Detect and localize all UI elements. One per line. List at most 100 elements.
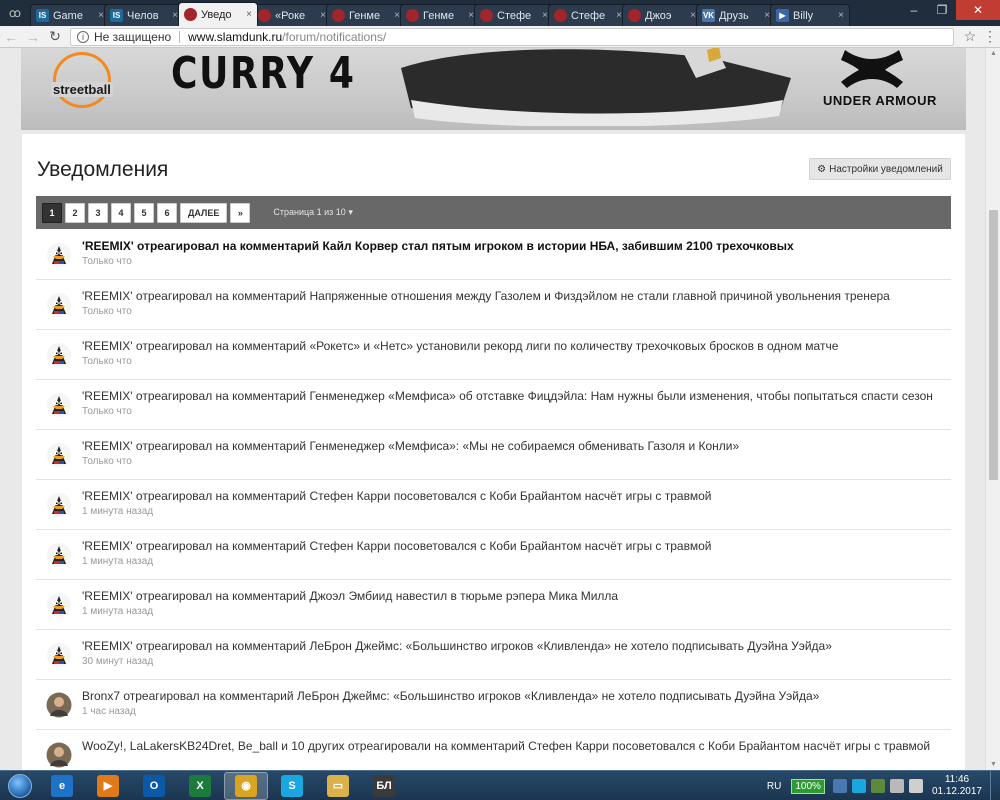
avatar-duck-icon[interactable] xyxy=(46,492,72,518)
address-bar[interactable]: i Не защищено www.slamdunk.ru /forum/not… xyxy=(70,27,954,46)
notification-item[interactable]: WooZy!, LaLakersKB24Dret, Be_ball и 10 д… xyxy=(36,730,951,770)
taskbar-media-player-button[interactable]: ▶ xyxy=(86,772,130,800)
notification-text[interactable]: WooZy!, LaLakersKB24Dret, Be_ball и 10 д… xyxy=(82,738,941,754)
notification-item[interactable]: 'REEMIX' отреагировал на комментарий Сте… xyxy=(36,530,951,580)
start-button[interactable] xyxy=(0,771,40,800)
avatar-duck-icon[interactable] xyxy=(46,292,72,318)
taskbar-internet-explorer-button[interactable]: e xyxy=(40,772,84,800)
tab-title: Стефе xyxy=(571,9,606,22)
scroll-down-arrow-icon[interactable]: ▼ xyxy=(986,761,1000,768)
avatar-duck-icon[interactable] xyxy=(46,442,72,468)
next-page-button[interactable]: ДАЛЕЕ xyxy=(180,202,228,223)
clock[interactable]: 11:46 01.12.2017 xyxy=(932,774,982,798)
browser-tab[interactable]: VK Друзь × xyxy=(696,4,776,26)
browser-tab[interactable]: ▶ Billy × xyxy=(770,4,850,26)
notification-text[interactable]: 'REEMIX' отреагировал на комментарий Ген… xyxy=(82,438,941,454)
taskbar-excel-button[interactable]: X xyxy=(178,772,222,800)
page-button[interactable]: 2 xyxy=(65,202,85,223)
taskbar-app-bl-button[interactable]: БЛ xyxy=(362,772,406,800)
forward-button[interactable]: → xyxy=(22,29,44,45)
notification-text[interactable]: 'REEMIX' отреагировал на комментарий «Ро… xyxy=(82,338,941,354)
taskbar-file-explorer-button[interactable]: ▭ xyxy=(316,772,360,800)
show-desktop-button[interactable] xyxy=(990,771,1000,800)
notification-item[interactable]: 'REEMIX' отреагировал на комментарий ЛеБ… xyxy=(36,630,951,680)
reload-button[interactable]: ↻ xyxy=(44,28,66,45)
browser-tab[interactable]: Стефе × xyxy=(548,4,628,26)
avatar-photo-icon[interactable] xyxy=(46,742,72,768)
browser-menu-icon[interactable]: ⋮ xyxy=(980,28,1000,45)
notification-item[interactable]: 'REEMIX' отреагировал на комментарий Джо… xyxy=(36,580,951,630)
maximize-icon[interactable]: ❐ xyxy=(928,0,956,20)
notification-item[interactable]: 'REEMIX' отреагировал на комментарий Нап… xyxy=(36,280,951,330)
taskbar-outlook-button[interactable]: O xyxy=(132,772,176,800)
close-tab-icon[interactable]: × xyxy=(542,10,548,21)
notification-text[interactable]: 'REEMIX' отреагировал на комментарий Сте… xyxy=(82,488,941,504)
browser-tab[interactable]: Генме × xyxy=(326,4,406,26)
back-button[interactable]: ← xyxy=(0,29,22,45)
close-tab-icon[interactable]: × xyxy=(246,9,252,20)
avatar-duck-icon[interactable] xyxy=(46,242,72,268)
notification-item[interactable]: 'REEMIX' отреагировал на комментарий Ген… xyxy=(36,380,951,430)
battery-indicator[interactable]: 100% xyxy=(791,778,825,794)
avatar-duck-icon[interactable] xyxy=(46,642,72,668)
notification-text[interactable]: 'REEMIX' отреагировал на комментарий Ген… xyxy=(82,388,941,404)
avatar-photo-icon[interactable] xyxy=(46,692,72,718)
tray-network-icon[interactable] xyxy=(832,779,847,793)
browser-tab[interactable]: Уведо × xyxy=(178,2,258,26)
tray-wifi-icon[interactable] xyxy=(889,779,904,793)
notification-text[interactable]: Bronx7 отреагировал на комментарий ЛеБро… xyxy=(82,688,941,704)
close-tab-icon[interactable]: × xyxy=(98,10,104,21)
notification-text[interactable]: 'REEMIX' отреагировал на комментарий Кай… xyxy=(82,238,941,254)
page-button[interactable]: 5 xyxy=(134,202,154,223)
browser-tab[interactable]: IS Челов × xyxy=(104,4,184,26)
close-tab-icon[interactable]: × xyxy=(394,10,400,21)
close-tab-icon[interactable]: × xyxy=(690,10,696,21)
close-tab-icon[interactable]: × xyxy=(838,10,844,21)
browser-tab[interactable]: Стефе × xyxy=(474,4,554,26)
notification-text[interactable]: 'REEMIX' отреагировал на комментарий ЛеБ… xyxy=(82,638,941,654)
notification-text[interactable]: 'REEMIX' отреагировал на комментарий Сте… xyxy=(82,538,941,554)
minimize-icon[interactable]: – xyxy=(900,0,928,20)
taskbar-skype-button[interactable]: S xyxy=(270,772,314,800)
avatar-duck-icon[interactable] xyxy=(46,542,72,568)
browser-tab[interactable]: Джоэ × xyxy=(622,4,702,26)
close-tab-icon[interactable]: × xyxy=(320,10,326,21)
notification-item[interactable]: 'REEMIX' отреагировал на комментарий Кай… xyxy=(36,230,951,280)
taskbar-chrome-button[interactable]: ◉ xyxy=(224,771,268,800)
banner-brand: UNDER ARMOUR xyxy=(823,93,937,108)
bookmark-star-icon[interactable]: ☆ xyxy=(960,28,980,45)
notification-text[interactable]: 'REEMIX' отреагировал на комментарий Джо… xyxy=(82,588,941,604)
notification-text[interactable]: 'REEMIX' отреагировал на комментарий Нап… xyxy=(82,288,941,304)
avatar-duck-icon[interactable] xyxy=(46,392,72,418)
avatar-duck-icon[interactable] xyxy=(46,592,72,618)
scroll-up-arrow-icon[interactable]: ▲ xyxy=(986,50,1000,57)
ad-banner[interactable]: streetball CURRY 4 UNDER ARMOUR xyxy=(21,48,966,130)
close-tab-icon[interactable]: × xyxy=(764,10,770,21)
page-button[interactable]: 1 xyxy=(42,202,62,223)
tab-search-icon[interactable]: ꝏ xyxy=(0,0,30,26)
notification-item[interactable]: 'REEMIX' отреагировал на комментарий «Ро… xyxy=(36,330,951,380)
browser-tab[interactable]: IS Game × xyxy=(30,4,110,26)
browser-tab[interactable]: Генме × xyxy=(400,4,480,26)
page-button[interactable]: 3 xyxy=(88,202,108,223)
close-tab-icon[interactable]: × xyxy=(468,10,474,21)
tray-skype-icon[interactable] xyxy=(851,779,866,793)
page-jump-dropdown[interactable]: Страница 1 из 10 ▾ xyxy=(273,207,353,218)
language-indicator[interactable]: RU xyxy=(767,781,781,792)
browser-tab[interactable]: «Роке × xyxy=(252,4,332,26)
last-page-button[interactable]: » xyxy=(230,202,251,223)
page-button[interactable]: 4 xyxy=(111,202,131,223)
page-scrollbar[interactable]: ▲ ▼ xyxy=(985,48,1000,770)
tray-volume-icon[interactable] xyxy=(908,779,923,793)
info-icon[interactable]: i xyxy=(77,30,89,43)
tray-app-icon[interactable] xyxy=(870,779,885,793)
notification-item[interactable]: 'REEMIX' отреагировал на комментарий Сте… xyxy=(36,480,951,530)
close-tab-icon[interactable]: × xyxy=(616,10,622,21)
avatar-duck-icon[interactable] xyxy=(46,342,72,368)
notification-settings-button[interactable]: ⚙ Настройки уведомлений xyxy=(809,158,951,180)
close-window-icon[interactable]: ✕ xyxy=(956,0,1000,20)
notification-item[interactable]: Bronx7 отреагировал на комментарий ЛеБро… xyxy=(36,680,951,730)
scrollbar-thumb[interactable] xyxy=(989,210,998,480)
page-button[interactable]: 6 xyxy=(157,202,177,223)
notification-item[interactable]: 'REEMIX' отреагировал на комментарий Ген… xyxy=(36,430,951,480)
